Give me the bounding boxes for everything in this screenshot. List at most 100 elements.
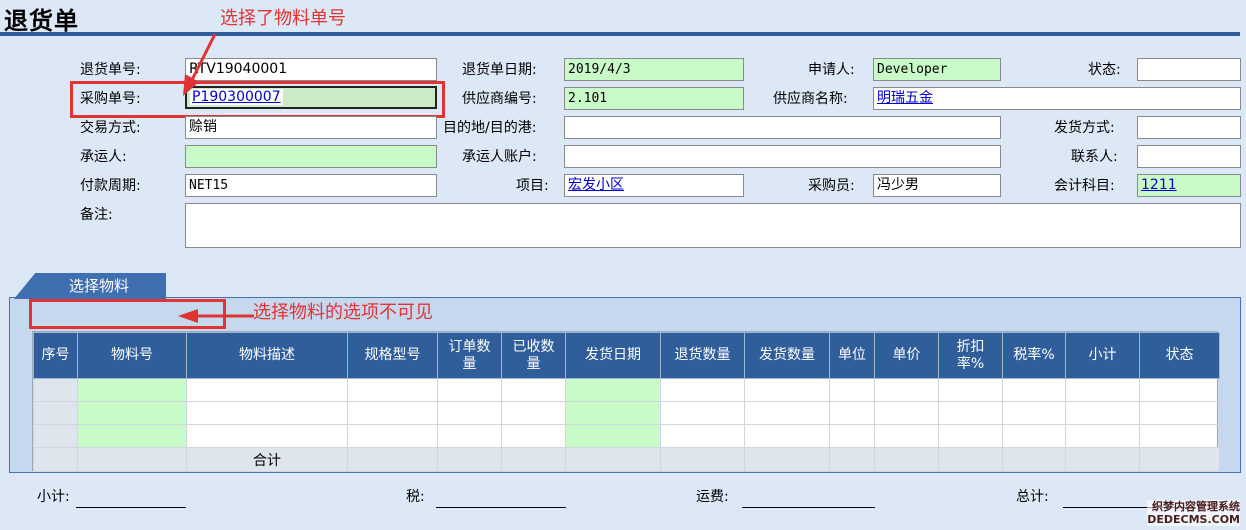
summary-cell <box>1065 447 1140 472</box>
table-cell[interactable] <box>829 424 875 448</box>
table-cell[interactable] <box>565 401 661 425</box>
table-cell[interactable] <box>33 401 78 425</box>
table-cell[interactable] <box>501 378 566 402</box>
table-cell[interactable] <box>501 424 566 448</box>
table-cell[interactable] <box>77 424 187 448</box>
table-cell[interactable] <box>938 378 1003 402</box>
table-cell[interactable] <box>347 378 438 402</box>
project-field[interactable]: 宏发小区 <box>564 174 744 197</box>
table-cell[interactable] <box>1139 424 1220 448</box>
column-header[interactable]: 退货数量 <box>660 332 745 379</box>
table-row <box>33 424 1220 448</box>
summary-cell <box>660 447 745 472</box>
table-cell[interactable] <box>874 401 939 425</box>
table-cell[interactable] <box>829 401 875 425</box>
table-cell[interactable] <box>186 424 348 448</box>
table-cell[interactable] <box>33 378 78 402</box>
account-link[interactable]: 1211 <box>1141 177 1177 193</box>
table-cell[interactable] <box>744 424 830 448</box>
carrier-field[interactable] <box>185 145 437 168</box>
account-field[interactable]: 1211 <box>1137 174 1241 197</box>
table-cell[interactable] <box>660 401 745 425</box>
table-cell[interactable] <box>33 424 78 448</box>
column-header-text: 订单数 <box>448 338 491 355</box>
table-cell[interactable] <box>1065 378 1140 402</box>
table-cell[interactable] <box>829 378 875 402</box>
column-header-text: 量 <box>526 355 541 372</box>
table-cell[interactable] <box>186 378 348 402</box>
column-header[interactable]: 物料号 <box>77 332 187 379</box>
column-header[interactable]: 税率% <box>1002 332 1066 379</box>
table-cell[interactable] <box>347 401 438 425</box>
ship-method-field[interactable] <box>1137 116 1241 139</box>
column-header-text: 物料号 <box>111 347 153 363</box>
column-header-text: 物料描述 <box>239 347 295 363</box>
table-cell[interactable] <box>744 401 830 425</box>
table-cell[interactable] <box>874 424 939 448</box>
payment-term-field[interactable]: NET15 <box>185 174 437 197</box>
remark-field[interactable] <box>185 203 1241 248</box>
table-cell[interactable] <box>347 424 438 448</box>
table-row <box>33 401 1220 425</box>
supplier-name-field[interactable]: 明瑞五金 <box>873 87 1241 110</box>
tab-select-material[interactable]: 选择物料 <box>14 273 166 299</box>
applicant-field[interactable]: Developer <box>873 58 1001 81</box>
annotation-hidden-option: 选择物料的选项不可见 <box>253 302 433 323</box>
column-header[interactable]: 订单数量 <box>437 332 502 379</box>
column-header[interactable]: 状态 <box>1139 332 1220 379</box>
summary-cell <box>1139 447 1220 472</box>
table-cell[interactable] <box>565 424 661 448</box>
trade-mode-field[interactable]: 赊销 <box>185 116 437 139</box>
po-no-label: 采购单号: <box>80 91 141 107</box>
table-cell[interactable] <box>77 378 187 402</box>
table-cell[interactable] <box>501 401 566 425</box>
status-field[interactable] <box>1137 58 1241 81</box>
table-cell[interactable] <box>1065 401 1140 425</box>
summary-cell <box>874 447 939 472</box>
table-cell[interactable] <box>938 401 1003 425</box>
column-header[interactable]: 折扣 率% <box>938 332 1003 379</box>
table-cell[interactable] <box>1002 401 1066 425</box>
table-cell[interactable] <box>437 401 502 425</box>
table-cell[interactable] <box>437 424 502 448</box>
column-header[interactable]: 单位 <box>829 332 875 379</box>
column-header[interactable]: 单价 <box>874 332 939 379</box>
column-header-text: 税率% <box>1013 347 1055 363</box>
buyer-field[interactable]: 冯少男 <box>873 174 1001 197</box>
table-cell[interactable] <box>1139 378 1220 402</box>
column-header[interactable]: 已收数量 <box>501 332 566 379</box>
destination-field[interactable] <box>564 116 1001 139</box>
column-header[interactable]: 规格型号 <box>347 332 438 379</box>
table-cell[interactable] <box>744 378 830 402</box>
return-date-field[interactable]: 2019/4/3 <box>564 58 744 81</box>
carrier-account-field[interactable] <box>564 145 1001 168</box>
supplier-no-field[interactable]: 2.101 <box>564 87 744 110</box>
column-header[interactable]: 序号 <box>33 332 78 379</box>
project-link[interactable]: 宏发小区 <box>568 177 624 193</box>
contact-field[interactable] <box>1137 145 1241 168</box>
column-header[interactable]: 小计 <box>1065 332 1140 379</box>
column-header-text: 已收数 <box>512 338 555 355</box>
table-cell[interactable] <box>874 378 939 402</box>
column-header[interactable]: 发货日期 <box>565 332 661 379</box>
table-cell[interactable] <box>660 424 745 448</box>
ship-method-label: 发货方式: <box>1054 120 1115 136</box>
table-cell[interactable] <box>565 378 661 402</box>
table-cell[interactable] <box>938 424 1003 448</box>
table-cell[interactable] <box>1002 378 1066 402</box>
table-cell[interactable] <box>437 378 502 402</box>
table-cell[interactable] <box>77 401 187 425</box>
buyer-label: 采购员: <box>808 178 855 194</box>
column-header[interactable]: 发货数量 <box>744 332 830 379</box>
table-cell[interactable] <box>1002 424 1066 448</box>
column-header[interactable]: 物料描述 <box>186 332 348 379</box>
summary-cell <box>501 447 566 472</box>
subtotal-value-line <box>76 507 186 508</box>
payment-term-label: 付款周期: <box>80 178 141 194</box>
table-cell[interactable] <box>660 378 745 402</box>
supplier-name-link[interactable]: 明瑞五金 <box>877 90 933 106</box>
contact-label: 联系人: <box>1071 149 1118 165</box>
table-cell[interactable] <box>1139 401 1220 425</box>
table-cell[interactable] <box>1065 424 1140 448</box>
table-cell[interactable] <box>186 401 348 425</box>
